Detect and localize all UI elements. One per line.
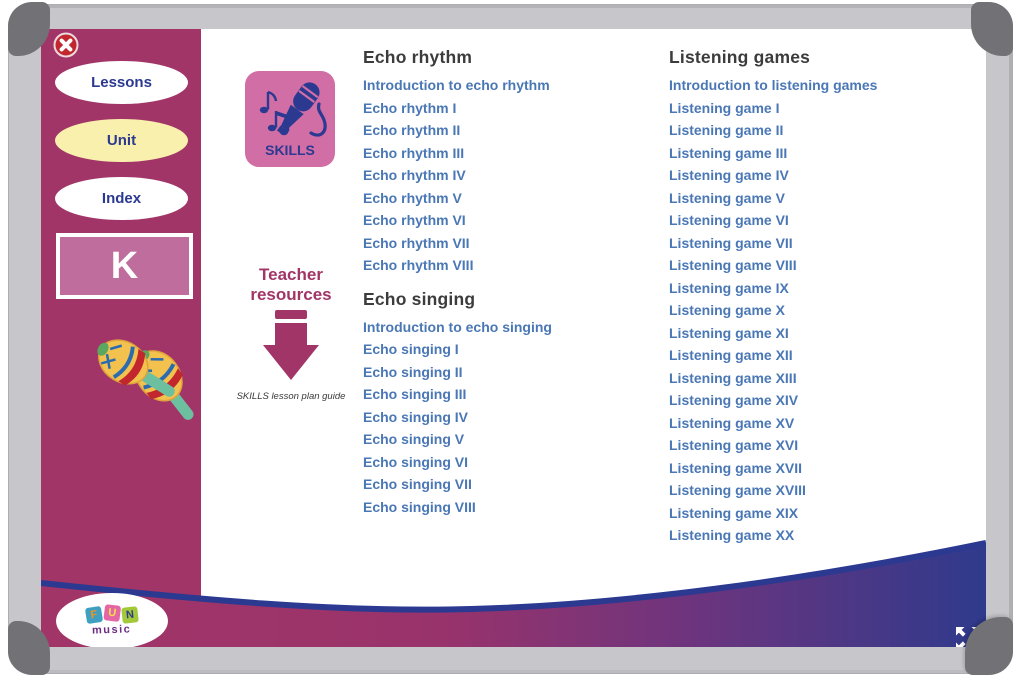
lesson-link[interactable]: Echo rhythm III: [363, 142, 663, 165]
lesson-link[interactable]: Listening game VIII: [669, 254, 979, 277]
download-arrow-icon: [261, 310, 321, 382]
lesson-link[interactable]: Echo rhythm V: [363, 187, 663, 210]
grade-level-box[interactable]: K: [56, 233, 193, 299]
lesson-link[interactable]: Listening game IV: [669, 164, 979, 187]
maracas-illustration: [83, 317, 195, 429]
app-screen: Lessons Unit Index K: [41, 29, 986, 647]
lesson-link-list: Introduction to listening gamesListening…: [669, 74, 979, 547]
lesson-link[interactable]: Echo singing VII: [363, 473, 663, 496]
lesson-link[interactable]: Echo singing I: [363, 338, 663, 361]
lesson-link[interactable]: Echo singing IV: [363, 406, 663, 429]
lesson-link[interactable]: Listening game XI: [669, 322, 979, 345]
section-title: Echo rhythm: [363, 47, 663, 68]
sidebar-button-label: Unit: [107, 132, 136, 149]
lesson-link[interactable]: Listening game XII: [669, 344, 979, 367]
logo-letter-f: F: [85, 605, 103, 623]
section-title: Echo singing: [363, 289, 663, 310]
fun-music-logo[interactable]: F U N music: [56, 593, 168, 647]
sidebar-button-unit[interactable]: Unit: [55, 119, 188, 162]
lesson-link[interactable]: Echo rhythm VI: [363, 209, 663, 232]
sidebar-button-label: Lessons: [91, 74, 152, 91]
lesson-link[interactable]: Listening game VI: [669, 209, 979, 232]
lesson-link[interactable]: Listening game XIX: [669, 502, 979, 525]
lesson-link[interactable]: Echo rhythm VII: [363, 232, 663, 255]
lesson-link-list: Introduction to echo rhythmEcho rhythm I…: [363, 74, 663, 277]
skills-microphone-icon: SKILLS: [245, 71, 335, 167]
lesson-link[interactable]: Echo singing III: [363, 383, 663, 406]
section-listening-games: Listening games Introduction to listenin…: [669, 47, 979, 547]
lesson-link[interactable]: Listening game IX: [669, 277, 979, 300]
lesson-link[interactable]: Listening game X: [669, 299, 979, 322]
lesson-link[interactable]: Listening game VII: [669, 232, 979, 255]
skills-label: SKILLS: [265, 142, 315, 158]
lesson-link[interactable]: Listening game XVII: [669, 457, 979, 480]
lesson-link[interactable]: Listening game III: [669, 142, 979, 165]
close-icon: [53, 32, 79, 58]
close-button[interactable]: [53, 32, 79, 58]
lesson-link[interactable]: Echo rhythm II: [363, 119, 663, 142]
skills-badge[interactable]: SKILLS: [245, 71, 335, 167]
lesson-link[interactable]: Listening game XV: [669, 412, 979, 435]
lesson-link[interactable]: Listening game XIII: [669, 367, 979, 390]
logo-letter-n: N: [121, 606, 139, 624]
lesson-column-1: Echo rhythm Introduction to echo rhythmE…: [363, 47, 663, 518]
sidebar-button-index[interactable]: Index: [55, 177, 188, 220]
lesson-link[interactable]: Listening game XVIII: [669, 479, 979, 502]
lesson-link-list: Introduction to echo singingEcho singing…: [363, 316, 663, 519]
lesson-link[interactable]: Listening game XIV: [669, 389, 979, 412]
lesson-link[interactable]: Echo singing V: [363, 428, 663, 451]
logo-word: music: [92, 623, 132, 636]
lesson-link[interactable]: Echo singing VIII: [363, 496, 663, 519]
sidebar-button-label: Index: [102, 190, 141, 207]
teacher-resources-title: Teacher resources: [226, 265, 356, 304]
logo-letter-blocks: F U N: [86, 607, 138, 623]
whiteboard-frame: Lessons Unit Index K: [8, 4, 1013, 674]
lesson-link[interactable]: Echo rhythm IV: [363, 164, 663, 187]
logo-letter-u: U: [103, 604, 121, 622]
teacher-resources-link[interactable]: Teacher resources SKILLS lesson plan gui…: [226, 265, 356, 402]
lesson-link[interactable]: Listening game XVI: [669, 434, 979, 457]
lesson-link[interactable]: Echo rhythm VIII: [363, 254, 663, 277]
bottom-wave-decoration: [41, 529, 986, 647]
section-title: Listening games: [669, 47, 979, 68]
section-echo-singing: Echo singing Introduction to echo singin…: [363, 289, 663, 519]
lesson-link[interactable]: Echo rhythm I: [363, 97, 663, 120]
lesson-link[interactable]: Listening game II: [669, 119, 979, 142]
page: Lessons Unit Index K: [0, 0, 1024, 683]
section-echo-rhythm: Echo rhythm Introduction to echo rhythmE…: [363, 47, 663, 277]
lesson-link[interactable]: Echo singing II: [363, 361, 663, 384]
lesson-link[interactable]: Listening game I: [669, 97, 979, 120]
lesson-link[interactable]: Introduction to echo rhythm: [363, 74, 663, 97]
lesson-link[interactable]: Introduction to listening games: [669, 74, 979, 97]
sidebar-button-lessons[interactable]: Lessons: [55, 61, 188, 104]
lesson-link[interactable]: Introduction to echo singing: [363, 316, 663, 339]
lesson-link[interactable]: Echo singing VI: [363, 451, 663, 474]
lesson-link[interactable]: Listening game V: [669, 187, 979, 210]
grade-level-label: K: [111, 245, 138, 288]
lesson-column-2: Listening games Introduction to listenin…: [669, 47, 979, 547]
lesson-plan-guide-caption: SKILLS lesson plan guide: [226, 391, 356, 402]
